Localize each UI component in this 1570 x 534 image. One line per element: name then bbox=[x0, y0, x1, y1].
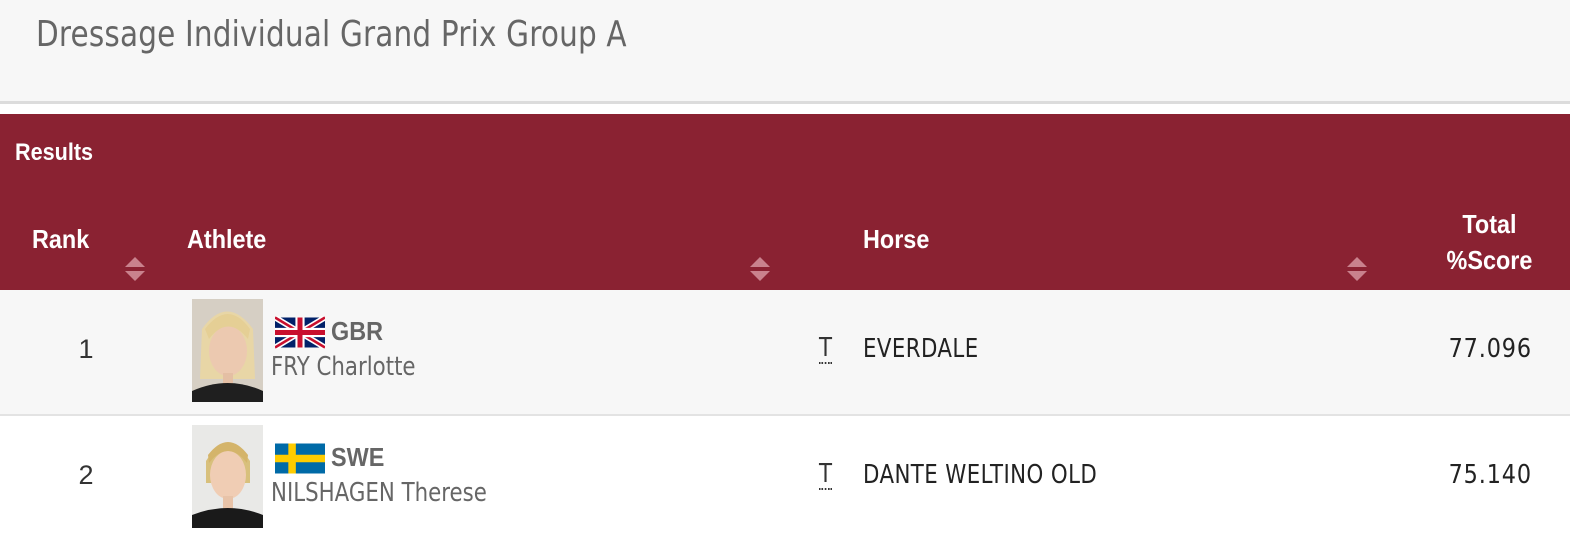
sort-athlete-icon[interactable] bbox=[749, 255, 771, 283]
rank-value: 2 bbox=[78, 460, 94, 490]
team-marker[interactable]: T bbox=[819, 334, 833, 364]
sort-rank-icon[interactable] bbox=[124, 255, 146, 283]
table-row[interactable]: 2 SWE NILSHAGEN Therese T DANTE WELTINO … bbox=[0, 416, 1570, 534]
athlete-name-link[interactable]: FRY Charlotte bbox=[271, 352, 416, 382]
total-score: 75.140 bbox=[1448, 460, 1532, 490]
horse-name: EVERDALE bbox=[863, 334, 979, 364]
table-row[interactable]: 1 GBR FRY Charlotte T EVERDALE 77.096 bbox=[0, 290, 1570, 416]
column-header-total-score[interactable]: Total %Score bbox=[1446, 206, 1532, 278]
horse-name: DANTE WELTINO OLD bbox=[863, 460, 1098, 490]
column-header-horse[interactable]: Horse bbox=[863, 224, 929, 255]
sort-horse-icon[interactable] bbox=[1346, 255, 1368, 283]
column-header-total-line2: %Score bbox=[1446, 245, 1532, 275]
athlete-name-link[interactable]: NILSHAGEN Therese bbox=[271, 478, 487, 508]
rank-value: 1 bbox=[78, 334, 94, 364]
noc-code: GBR bbox=[331, 316, 384, 346]
results-page: Dressage Individual Grand Prix Group A R… bbox=[0, 0, 1570, 534]
results-label: Results bbox=[15, 139, 94, 166]
gbr-flag-icon bbox=[275, 316, 325, 349]
results-table-header: Results Rank Athlete Horse Total %Score bbox=[0, 114, 1570, 290]
athlete-photo[interactable] bbox=[192, 299, 263, 402]
team-marker[interactable]: T bbox=[819, 460, 833, 490]
column-header-rank[interactable]: Rank bbox=[32, 224, 89, 255]
swe-flag-icon bbox=[275, 443, 325, 474]
column-header-total-line1: Total bbox=[1461, 209, 1517, 239]
athlete-photo[interactable] bbox=[192, 425, 263, 528]
page-title: Dressage Individual Grand Prix Group A bbox=[36, 14, 627, 55]
noc-code: SWE bbox=[331, 442, 385, 472]
total-score: 77.096 bbox=[1448, 334, 1532, 364]
title-bar: Dressage Individual Grand Prix Group A bbox=[0, 0, 1570, 104]
column-header-athlete[interactable]: Athlete bbox=[187, 224, 266, 255]
